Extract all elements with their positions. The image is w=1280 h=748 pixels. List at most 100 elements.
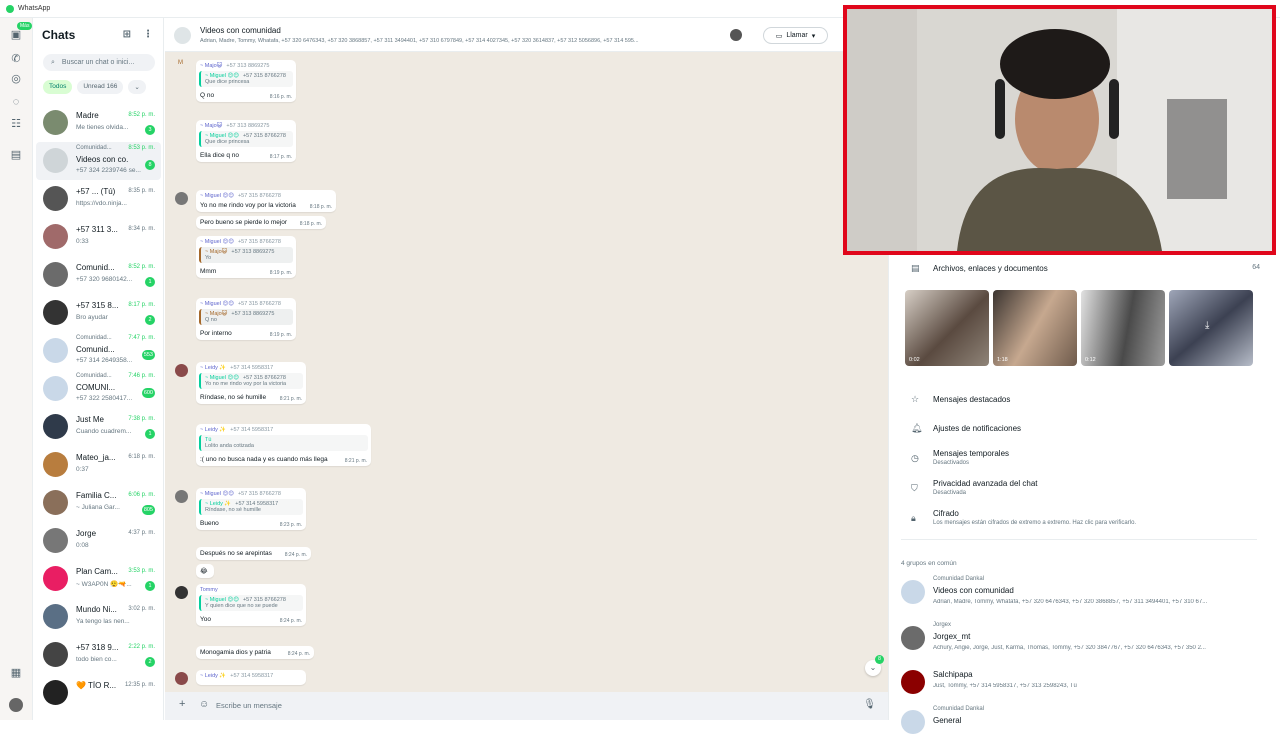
- message-time: 8:23 p. m.: [279, 522, 302, 528]
- phone-icon[interactable]: ✆: [9, 52, 23, 66]
- media-thumb[interactable]: 1:18: [993, 290, 1077, 366]
- new-chat-icon[interactable]: ⊞: [123, 29, 131, 40]
- search-input[interactable]: ⌕ Buscar un chat o inici...: [43, 54, 155, 71]
- common-group-item[interactable]: Comunidad Dankal General: [889, 704, 1280, 748]
- scroll-down-button[interactable]: ⌄ 8: [865, 655, 884, 676]
- message-bubble[interactable]: ~ Miguel 😊😊 +57 315 8766278 ~ Leidy ✨ +57 3…: [196, 488, 306, 530]
- chat-item[interactable]: Madre Me tienes olvida... 8:52 p. m. 3: [36, 104, 161, 142]
- webcam-overlay: [843, 5, 1276, 255]
- filter-unread[interactable]: Unread 166: [77, 80, 124, 94]
- media-thumb[interactable]: ⤓: [1169, 290, 1253, 366]
- quoted-message[interactable]: ~ Majo😺 +57 313 8869275 Yo: [199, 247, 293, 263]
- unread-badge: 3: [145, 125, 155, 135]
- sender-phone: +57 315 8766278: [237, 301, 281, 307]
- quoted-message[interactable]: ~ Miguel 😊😊 +57 315 8766278 Y quien dice q…: [199, 595, 303, 611]
- common-group-item[interactable]: Salchipapa Just, Tommy, +57 314 5958317, …: [889, 664, 1280, 708]
- message-bubble[interactable]: 😂: [196, 564, 214, 578]
- status-icon[interactable]: ◎: [9, 72, 23, 86]
- message-bubble[interactable]: ~ Miguel 😊😊 +57 315 8766278 Yo no me rindo…: [196, 190, 336, 212]
- message-time: 8:18 p. m.: [299, 221, 322, 227]
- quoted-message[interactable]: ~ Miguel 😊😊 +57 315 8766278 Yo no me rindo…: [199, 373, 303, 389]
- chat-name: Plan Cam...: [76, 567, 118, 576]
- message-time: 8:24 p. m.: [287, 651, 310, 657]
- attach-icon[interactable]: +: [179, 698, 185, 710]
- chat-community: Comunidad...: [76, 373, 112, 379]
- message-input[interactable]: Escribe un mensaje: [216, 701, 282, 710]
- search-icon: ⌕: [51, 58, 55, 66]
- chat-preview: todo bien co...: [76, 656, 117, 663]
- message-text: [196, 679, 306, 685]
- chat-item[interactable]: Comunidad... Videos con co... +57 324 2239…: [36, 142, 161, 180]
- chat-item[interactable]: Jorge 0:08 4:37 p. m.: [36, 522, 161, 560]
- temporary-sub: Desactivados: [933, 460, 970, 466]
- common-group-item[interactable]: Comunidad Dankal Videos con comunidad Adri…: [889, 574, 1280, 618]
- message-bubble[interactable]: ~ Leidy ✨ +57 314 5958317: [196, 670, 306, 685]
- chat-name: Just Me: [76, 415, 105, 424]
- chat-time: 2:22 p. m.: [128, 644, 155, 650]
- chat-item[interactable]: Familia C... ~ Juliana Gar... 6:06 p. m. 80…: [36, 484, 161, 522]
- call-button[interactable]: ▭ Llamar ▾: [763, 27, 828, 44]
- message-bubble[interactable]: Pero bueno se pierde lo mejor 8:18 p. m.: [196, 216, 326, 229]
- sender-name: ~ Majo😺: [200, 123, 223, 129]
- media-thumb[interactable]: 0:12: [1081, 290, 1165, 366]
- message-time: 8:19 p. m.: [269, 332, 292, 338]
- menu-icon[interactable]: ⋮: [143, 29, 153, 40]
- media-icon[interactable]: ▦: [9, 666, 23, 680]
- common-group-item[interactable]: Jorgex Jorgex_mt Achury, Angie, Jorge, Jus…: [889, 620, 1280, 664]
- message-bubble[interactable]: ~ Miguel 😊😊 +57 315 8766278 ~ Majo😺 +57 313…: [196, 236, 296, 278]
- filter-more-chevron-icon[interactable]: ⌄: [128, 80, 146, 94]
- profile-avatar[interactable]: [9, 698, 23, 712]
- filter-all[interactable]: Todos: [43, 80, 73, 94]
- message-bubble[interactable]: ~ Leidy ✨ +57 314 5958317 ~ Miguel 😊😊 +57 3…: [196, 362, 306, 404]
- communities-icon[interactable]: ☷: [9, 117, 23, 131]
- group-avatar[interactable]: [174, 27, 191, 44]
- chat-name: Videos con co...: [76, 155, 128, 164]
- chat-item[interactable]: Mateo_ja... 0:37 6:18 p. m.: [36, 446, 161, 484]
- quoted-message[interactable]: ~ Leidy ✨ +57 314 5958317 Ríndase, no sé h…: [199, 499, 303, 515]
- starred-label: Mensajes destacados: [933, 395, 1011, 404]
- emoji-icon[interactable]: ☺: [199, 699, 209, 710]
- group-members: Achury, Angie, Jorge, Just, Karma, Thoma…: [933, 645, 1206, 651]
- chat-item[interactable]: Just Me Cuando cuadrem... 7:38 p. m. 1: [36, 408, 161, 446]
- chat-name: +57 311 3...: [76, 225, 118, 234]
- chat-item[interactable]: +57 315 8... Bro ayudar 8:17 p. m. 2: [36, 294, 161, 332]
- sender-avatar: [175, 672, 188, 685]
- message-bubble[interactable]: ~ Majo😺 +57 313 8869275 ~ Miguel 😊😊 +57 315…: [196, 60, 296, 102]
- chats-icon[interactable]: ▣: [9, 28, 23, 42]
- quote-text: Lolito anda cotizada: [205, 443, 254, 449]
- message-bubble[interactable]: ~ Miguel 😊😊 +57 315 8766278 ~ Majo😺 +57 313…: [196, 298, 296, 340]
- message-bubble[interactable]: ~ Majo😺 +57 313 8869275 ~ Miguel 😊😊 +57 315…: [196, 120, 296, 162]
- chat-item[interactable]: Mundo Ni... Ya tengo las nen... 3:02 p. m.: [36, 598, 161, 636]
- group-member-initial: M: [178, 60, 183, 66]
- chat-name: Mateo_ja...: [76, 453, 116, 462]
- sender-name: ~ Miguel 😊😊: [200, 239, 234, 245]
- quoted-message[interactable]: ~ Miguel 😊😊 +57 315 8766278 Que dice princ…: [199, 71, 293, 87]
- message-bubble[interactable]: Monogamia dios y patria 8:24 p. m.: [196, 646, 314, 659]
- chat-item[interactable]: Comunidad... COMUNI... +57 322 2580417... 7…: [36, 370, 161, 408]
- chat-item[interactable]: +57 311 3... 0:33 8:34 p. m.: [36, 218, 161, 256]
- message-bubble[interactable]: Tommy ~ Miguel 😊😊 +57 315 8766278 Y quien d…: [196, 584, 306, 626]
- media-thumb[interactable]: 0:02: [905, 290, 989, 366]
- chat-item[interactable]: +57 318 9... todo bien co... 2:22 p. m. 2: [36, 636, 161, 674]
- message-bubble[interactable]: ~ Leidy ✨ +57 314 5958317 Tú Lolito anda co…: [196, 424, 371, 466]
- chat-item[interactable]: Plan Cam... ~ W3AP0N 😮‍💨🔫... 3:53 p. m. 1: [36, 560, 161, 598]
- chat-preview: 0:33: [76, 238, 89, 245]
- message-bubble[interactable]: Después no se arepintas 8:24 p. m.: [196, 547, 311, 560]
- chat-item[interactable]: 🧡 TÍO R... 12:35 p. m.: [36, 674, 161, 712]
- conversation-header[interactable]: Videos con comunidad Adrian, Madre, Tomm…: [165, 18, 888, 52]
- group-name: General: [933, 716, 962, 725]
- chat-item[interactable]: Comunidad... Comunid... +57 314 2649358...…: [36, 332, 161, 370]
- timer-icon: ◷: [911, 453, 919, 463]
- sender-name: ~ Miguel 😊😊: [200, 193, 234, 199]
- group-community: Jorgex: [933, 622, 952, 628]
- quoted-message[interactable]: Tú Lolito anda cotizada: [199, 435, 368, 451]
- chat-item[interactable]: Comunid... +57 320 9680142... 8:52 p. m. 1: [36, 256, 161, 294]
- quoted-message[interactable]: ~ Majo😺 +57 313 8869275 Q no: [199, 309, 293, 325]
- quoted-message[interactable]: ~ Miguel 😊😊 +57 315 8766278 Que dice princ…: [199, 131, 293, 147]
- chat-item[interactable]: +57 ... (Tú) https://vdo.ninja... 8:35 p. …: [36, 180, 161, 218]
- archive-icon[interactable]: ▤: [9, 148, 23, 162]
- channels-icon[interactable]: ◌: [9, 95, 23, 109]
- conversation-title[interactable]: Videos con comunidad: [200, 26, 281, 35]
- mic-icon[interactable]: 🎙: [863, 699, 876, 710]
- participant-avatar[interactable]: [730, 29, 742, 41]
